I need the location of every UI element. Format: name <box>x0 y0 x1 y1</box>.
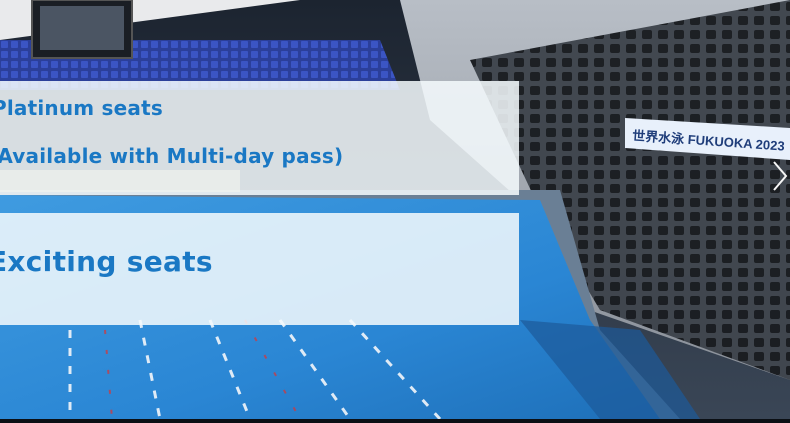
platinum-seats-title: Platinum seats <box>0 96 163 120</box>
chevron-right-icon <box>773 161 788 191</box>
exciting-seats-title: Exciting seats <box>0 245 213 278</box>
next-slide-button[interactable] <box>770 158 790 194</box>
arena-photo: 世界水泳 FUKUOKA 2023 2022 <box>0 0 790 421</box>
platinum-seats-note: (Available with Multi-day pass) <box>0 144 344 168</box>
